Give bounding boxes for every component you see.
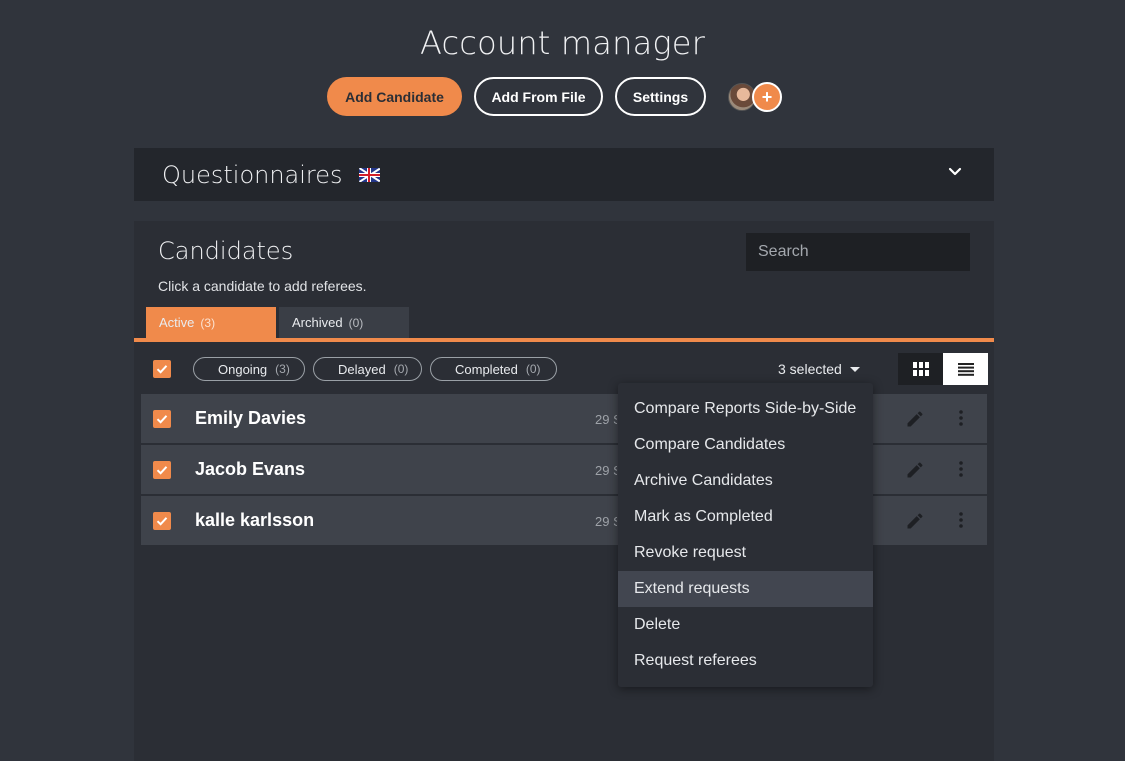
list-icon [957, 362, 974, 376]
edit-icon[interactable] [905, 409, 925, 434]
menu-item-extend-requests[interactable]: Extend requests [618, 571, 873, 607]
add-user-button[interactable]: + [752, 81, 782, 112]
view-toggle [898, 353, 988, 385]
settings-button[interactable]: Settings [615, 77, 706, 116]
bulk-actions-dropdown[interactable]: 3 selected [778, 361, 860, 377]
filter-count: (0) [525, 362, 541, 376]
candidates-title: Candidates [158, 237, 294, 265]
more-options-icon[interactable] [959, 511, 963, 534]
menu-item-delete[interactable]: Delete [618, 607, 873, 643]
tab-underline [134, 338, 994, 342]
menu-item-archive-candidates[interactable]: Archive Candidates [618, 463, 873, 499]
checkmark-icon [156, 466, 168, 475]
filter-label: Completed [455, 361, 518, 377]
add-candidate-button[interactable]: Add Candidate [327, 77, 462, 116]
filter-count: (3) [275, 362, 290, 376]
tab-label: Archived [292, 315, 343, 330]
selected-count-label: 3 selected [778, 361, 842, 377]
candidate-name: Jacob Evans [195, 459, 306, 479]
edit-icon[interactable] [905, 460, 925, 485]
candidate-name: kalle karlsson [195, 510, 315, 530]
menu-item-revoke-request[interactable]: Revoke request [618, 535, 873, 571]
row-checkbox[interactable] [153, 410, 171, 428]
tab-active[interactable]: Active (3) [146, 307, 276, 338]
edit-icon[interactable] [905, 511, 925, 536]
filter-row: Ongoing (3) Delayed (0) Completed (0) 3 … [134, 353, 994, 385]
tab-label: Active [159, 315, 195, 330]
filter-delayed[interactable]: Delayed (0) [313, 357, 422, 381]
add-from-file-button[interactable]: Add From File [474, 77, 603, 116]
candidate-date: 29 S [595, 514, 617, 529]
filter-ongoing[interactable]: Ongoing (3) [193, 357, 305, 381]
more-options-icon[interactable] [959, 460, 963, 483]
checkmark-icon [156, 415, 168, 424]
grid-icon [912, 362, 929, 376]
more-options-icon[interactable] [959, 409, 963, 432]
filter-count: (0) [393, 362, 409, 376]
status-filters: Ongoing (3) Delayed (0) Completed (0) [193, 357, 557, 381]
select-all-checkbox[interactable] [153, 360, 171, 378]
candidate-date: 29 S [595, 412, 617, 427]
menu-item-mark-completed[interactable]: Mark as Completed [618, 499, 873, 535]
checkmark-icon [156, 517, 168, 526]
caret-down-icon [849, 366, 860, 372]
filter-completed[interactable]: Completed (0) [430, 357, 557, 381]
candidate-name: Emily Davies [195, 408, 307, 428]
grid-view-button[interactable] [898, 353, 943, 385]
candidate-date: 29 S [595, 463, 617, 478]
list-view-button[interactable] [943, 353, 988, 385]
menu-item-compare-reports[interactable]: Compare Reports Side-by-Side [618, 391, 873, 427]
uk-flag-icon [358, 167, 380, 182]
filter-label: Ongoing [218, 361, 268, 377]
menu-item-compare-candidates[interactable]: Compare Candidates [618, 427, 873, 463]
search-input[interactable] [746, 233, 970, 271]
filter-label: Delayed [338, 361, 386, 377]
tab-archived[interactable]: Archived (0) [279, 307, 409, 338]
candidate-tabs: Active (3) Archived (0) [146, 307, 409, 338]
row-checkbox[interactable] [153, 461, 171, 479]
questionnaires-panel[interactable]: Questionnaires [134, 148, 994, 201]
row-checkbox[interactable] [153, 512, 171, 530]
top-actions: Add Candidate Add From File Settings + [327, 77, 788, 116]
tab-count: (0) [348, 315, 364, 330]
page-title: Account manager [419, 24, 706, 62]
team-avatars: + [728, 81, 788, 113]
menu-item-request-referees[interactable]: Request referees [618, 643, 873, 679]
candidates-subtitle: Click a candidate to add referees. [158, 278, 367, 294]
bulk-actions-menu: Compare Reports Side-by-Side Compare Can… [618, 383, 873, 687]
questionnaires-title: Questionnaires [162, 160, 343, 189]
tab-count: (3) [200, 315, 216, 330]
checkmark-icon [156, 365, 168, 374]
chevron-down-icon[interactable] [948, 164, 962, 182]
